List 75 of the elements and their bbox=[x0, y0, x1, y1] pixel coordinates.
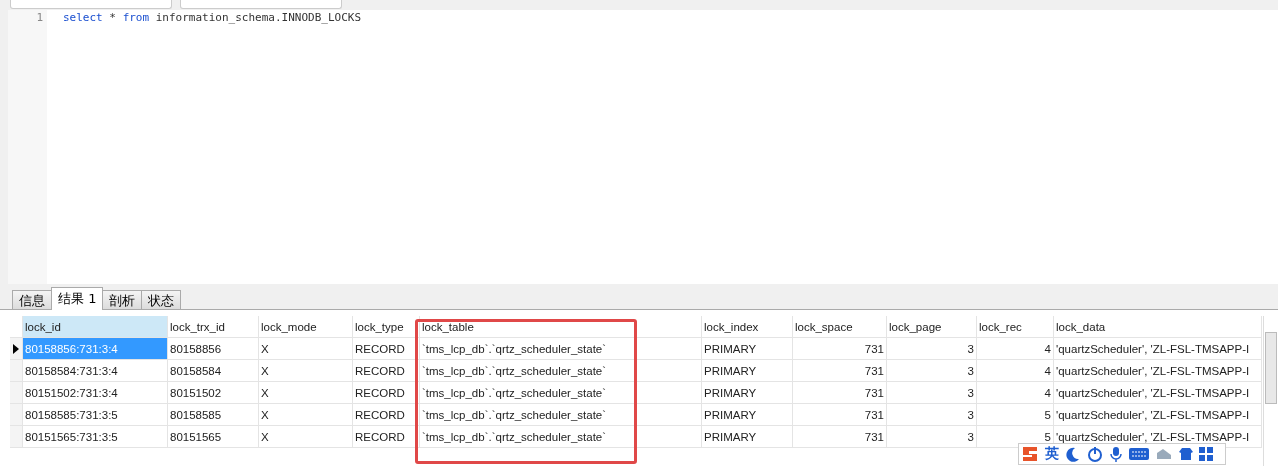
table-cell: 80151502:731:3:4 bbox=[23, 382, 168, 404]
result-tab[interactable]: 结果 1 bbox=[51, 287, 104, 310]
code-editor[interactable]: select * from information_schema.INNODB_LOCKS bbox=[47, 10, 1278, 284]
table-cell: X bbox=[259, 360, 353, 382]
language-toggle[interactable]: 英 bbox=[1045, 445, 1059, 463]
result-tab[interactable]: 状态 bbox=[141, 290, 182, 309]
table-cell: 80158585 bbox=[168, 404, 259, 426]
column-header[interactable]: lock_rec bbox=[977, 316, 1054, 338]
table-cell: RECORD bbox=[353, 360, 420, 382]
table-cell: 'quartzScheduler', 'ZL-FSL-TMSAPP-I bbox=[1054, 382, 1262, 404]
column-header[interactable]: lock_type bbox=[353, 316, 420, 338]
table-cell: PRIMARY bbox=[702, 426, 793, 448]
table-cell: 80158856:731:3:4 bbox=[23, 338, 168, 360]
table-cell: 731 bbox=[793, 338, 887, 360]
column-header[interactable]: lock_page bbox=[887, 316, 977, 338]
table-cell: RECORD bbox=[353, 404, 420, 426]
table-cell: 4 bbox=[977, 338, 1054, 360]
row-header[interactable] bbox=[10, 338, 23, 360]
power-icon[interactable] bbox=[1087, 446, 1103, 462]
column-header[interactable]: lock_trx_id bbox=[168, 316, 259, 338]
column-header[interactable]: lock_id bbox=[23, 316, 168, 338]
table-cell: RECORD bbox=[353, 382, 420, 404]
code-line: select * from information_schema.INNODB_LOCKS bbox=[63, 11, 362, 24]
table-cell: 4 bbox=[977, 382, 1054, 404]
table-cell: 80158584:731:3:4 bbox=[23, 360, 168, 382]
table-cell: X bbox=[259, 382, 353, 404]
table-cell: PRIMARY bbox=[702, 338, 793, 360]
table-cell: `tms_lcp_db`.`qrtz_scheduler_state` bbox=[420, 426, 702, 448]
table-cell: 'quartzScheduler', 'ZL-FSL-TMSAPP-I bbox=[1054, 360, 1262, 382]
table-cell: 3 bbox=[887, 338, 977, 360]
table-cell: 80158585:731:3:5 bbox=[23, 404, 168, 426]
table-cell: 80158856 bbox=[168, 338, 259, 360]
keyboard-icon[interactable] bbox=[1129, 447, 1149, 461]
table-cell: X bbox=[259, 404, 353, 426]
table-cell: 80151502 bbox=[168, 382, 259, 404]
result-tab[interactable]: 剖析 bbox=[102, 290, 143, 309]
table-cell: 4 bbox=[977, 360, 1054, 382]
table-cell: `tms_lcp_db`.`qrtz_scheduler_state` bbox=[420, 404, 702, 426]
table-cell: 3 bbox=[887, 426, 977, 448]
table-cell: X bbox=[259, 338, 353, 360]
grid-icon[interactable] bbox=[1199, 447, 1213, 461]
table-cell: 731 bbox=[793, 360, 887, 382]
table-cell: 'quartzScheduler', 'ZL-FSL-TMSAPP-I bbox=[1054, 338, 1262, 360]
microphone-icon[interactable] bbox=[1109, 446, 1123, 462]
table-cell: `tms_lcp_db`.`qrtz_scheduler_state` bbox=[420, 382, 702, 404]
ime-logo-icon[interactable] bbox=[1021, 445, 1039, 463]
table-cell: `tms_lcp_db`.`qrtz_scheduler_state` bbox=[420, 338, 702, 360]
column-header[interactable]: lock_data bbox=[1054, 316, 1262, 338]
table-cell: 80151565:731:3:5 bbox=[23, 426, 168, 448]
line-number: 1 bbox=[36, 10, 44, 26]
table-cell: 3 bbox=[887, 404, 977, 426]
result-tab[interactable]: 信息 bbox=[12, 290, 52, 309]
table-cell: 731 bbox=[793, 404, 887, 426]
table-cell: 731 bbox=[793, 382, 887, 404]
moon-icon[interactable] bbox=[1065, 446, 1081, 462]
table-cell: 3 bbox=[887, 360, 977, 382]
table-cell: 80151565 bbox=[168, 426, 259, 448]
column-header[interactable]: lock_mode bbox=[259, 316, 353, 338]
table-cell: RECORD bbox=[353, 338, 420, 360]
table-cell: PRIMARY bbox=[702, 360, 793, 382]
scrollbar[interactable] bbox=[1263, 316, 1278, 466]
shirt-icon[interactable] bbox=[1179, 447, 1193, 461]
table-cell: `tms_lcp_db`.`qrtz_scheduler_state` bbox=[420, 360, 702, 382]
table-cell: 5 bbox=[977, 404, 1054, 426]
table-cell: PRIMARY bbox=[702, 404, 793, 426]
table-cell: 3 bbox=[887, 382, 977, 404]
table-cell: X bbox=[259, 426, 353, 448]
table-cell: PRIMARY bbox=[702, 382, 793, 404]
table-cell: 'quartzScheduler', 'ZL-FSL-TMSAPP-I bbox=[1054, 404, 1262, 426]
table-cell: RECORD bbox=[353, 426, 420, 448]
column-header[interactable]: lock_space bbox=[793, 316, 887, 338]
table-cell: 80158584 bbox=[168, 360, 259, 382]
column-header[interactable]: lock_table bbox=[420, 316, 702, 338]
column-header[interactable]: lock_index bbox=[702, 316, 793, 338]
table-cell: 731 bbox=[793, 426, 887, 448]
